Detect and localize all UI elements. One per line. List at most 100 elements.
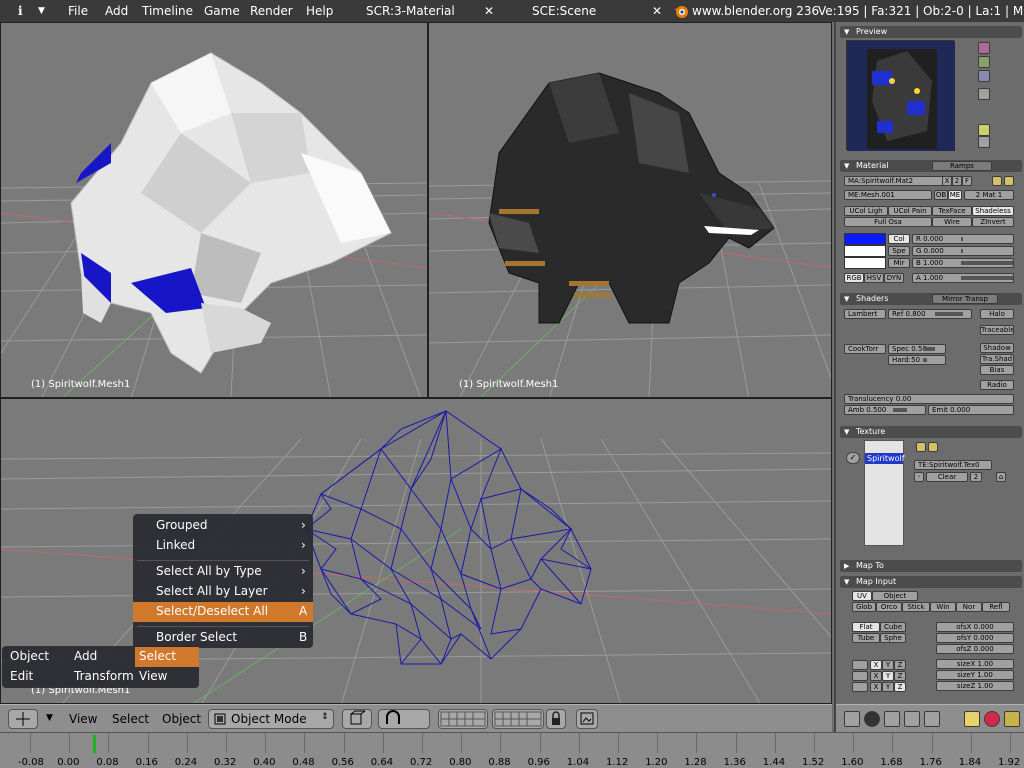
size-z-field[interactable]: sizeZ 1.00: [936, 681, 1014, 691]
amb-slider[interactable]: Amb 0.500: [844, 405, 926, 415]
texture-icon[interactable]: [1004, 711, 1020, 727]
axis-mapping-grid[interactable]: X Y Z X Y Z X Y Z: [852, 660, 910, 694]
spec-slider[interactable]: Spec 0.50: [888, 344, 946, 354]
toolbox-add[interactable]: Add: [74, 649, 97, 663]
toolbox-view[interactable]: View: [139, 669, 167, 683]
menu-item-select-by-type[interactable]: Select All by Type: [156, 564, 262, 578]
halo-toggle[interactable]: Halo: [980, 309, 1014, 319]
axis-z-x[interactable]: X: [870, 682, 882, 692]
screen-selector[interactable]: SCR:3-Material: [366, 4, 455, 18]
tab-mirror-transp[interactable]: Mirror Transp: [932, 294, 998, 304]
chevron-down-icon[interactable]: ▼: [46, 713, 53, 723]
toolbox-edit[interactable]: Edit: [10, 669, 33, 683]
map-orco[interactable]: Orco: [876, 602, 902, 612]
ofs-x-field[interactable]: ofsX 0.000: [936, 622, 1014, 632]
green-slider[interactable]: G 0.000: [912, 246, 1014, 256]
size-y-field[interactable]: sizeY 1.00: [936, 670, 1014, 680]
alpha-slider[interactable]: A 1.000: [912, 273, 1014, 283]
proj-tube[interactable]: Tube: [852, 633, 880, 643]
lock-button[interactable]: [546, 709, 566, 729]
traceable-toggle[interactable]: Traceable: [980, 325, 1014, 335]
viewport-textured[interactable]: (1) Spiritwolf.Mesh1: [428, 22, 832, 398]
texture-channel-list[interactable]: Spiritwolf: [864, 440, 905, 546]
menu-item-grouped[interactable]: Grouped: [156, 518, 208, 532]
axis-x-y[interactable]: Y: [882, 660, 894, 670]
radio-toggle[interactable]: Radio: [980, 380, 1014, 390]
toggle-full-osa[interactable]: Full Osa: [844, 217, 932, 227]
chevron-down-icon[interactable]: ▼: [38, 6, 45, 16]
bias-toggle[interactable]: Bias: [980, 365, 1014, 375]
emit-slider[interactable]: Emit 0.000: [928, 405, 1014, 415]
map-refl[interactable]: Refl: [982, 602, 1010, 612]
pivot-button[interactable]: [378, 709, 430, 729]
material-users-button[interactable]: 2: [952, 176, 962, 186]
lamp-icon[interactable]: [964, 711, 980, 727]
mirror-color-swatch[interactable]: [844, 257, 886, 269]
texture-copy-icon[interactable]: [916, 442, 926, 452]
preview-bg-button[interactable]: [978, 136, 990, 148]
texture-clear-button[interactable]: Clear: [926, 472, 968, 482]
preview-type-plane-button[interactable]: [978, 42, 990, 54]
viewport-solid[interactable]: (1) Spiritwolf.Mesh1: [0, 22, 428, 398]
timeline[interactable]: -0.08 0.00 0.08 0.16 0.24 0.32 0.40 0.48 0.56 0.6…: [0, 732, 1024, 768]
layer-buttons-2[interactable]: [492, 709, 544, 729]
object-context-icon[interactable]: [884, 711, 900, 727]
menu-item-select-by-layer[interactable]: Select All by Layer: [156, 584, 268, 598]
window-type-icon[interactable]: [844, 711, 860, 727]
info-icon[interactable]: i: [18, 4, 23, 18]
checkmark-icon[interactable]: ✓: [846, 452, 860, 464]
panel-header-map-to[interactable]: ▶ Map To: [840, 560, 1022, 572]
toolbox-select[interactable]: Select: [135, 647, 199, 667]
layer-buttons-1[interactable]: [438, 709, 488, 729]
panel-header-material[interactable]: ▼ Material: [840, 160, 1022, 172]
panel-header-map-input[interactable]: ▼ Map Input: [840, 576, 1022, 588]
shading-icon[interactable]: [864, 711, 880, 727]
mode-rgb[interactable]: RGB: [844, 273, 864, 283]
map-nor[interactable]: Nor: [956, 602, 982, 612]
axis-z-y[interactable]: Y: [882, 682, 894, 692]
toggle-zinvert[interactable]: ZInvert: [972, 217, 1014, 227]
material-copy-icon[interactable]: [1004, 176, 1014, 186]
ref-slider[interactable]: Ref 0.800: [888, 309, 972, 319]
toggle-wire[interactable]: Wire: [932, 217, 972, 227]
editing-context-icon[interactable]: [904, 711, 920, 727]
axis-y-y[interactable]: Y: [882, 671, 894, 681]
map-glob[interactable]: Glob: [852, 602, 876, 612]
color-channel-mir[interactable]: Mir: [888, 258, 910, 268]
link-to-object-button[interactable]: OB: [934, 190, 948, 200]
color-channel-spe[interactable]: Spe: [888, 246, 910, 256]
axis-x-z[interactable]: Z: [894, 660, 906, 670]
material-unlink-button[interactable]: X: [942, 176, 952, 186]
editor-type-button[interactable]: [8, 709, 38, 729]
render-view-button[interactable]: [576, 709, 598, 729]
axis-x-x[interactable]: X: [870, 660, 882, 670]
translucency-slider[interactable]: Translucency 0.00: [844, 394, 1014, 404]
menu-file[interactable]: File: [68, 4, 88, 18]
axis-blank[interactable]: [852, 671, 868, 681]
menu-item-linked[interactable]: Linked: [156, 538, 195, 552]
map-object[interactable]: Object: [872, 591, 918, 601]
texture-lock-icon[interactable]: ⌂: [996, 472, 1006, 482]
proj-sphe[interactable]: Sphe: [880, 633, 906, 643]
mesh-name-field[interactable]: ME:Mesh.001: [844, 190, 932, 200]
menu-item-border-select[interactable]: Border Select: [156, 630, 237, 644]
menu-help[interactable]: Help: [306, 4, 333, 18]
red-slider[interactable]: R 0.000: [912, 234, 1014, 244]
axis-blank[interactable]: [852, 682, 868, 692]
axis-z-z[interactable]: Z: [894, 682, 906, 692]
size-x-field[interactable]: sizeX 1.00: [936, 659, 1014, 669]
menu-game[interactable]: Game: [204, 4, 240, 18]
toolbox-object[interactable]: Object: [10, 649, 49, 663]
texture-channel-active[interactable]: Spiritwolf: [865, 453, 905, 464]
toolbox-transform[interactable]: Transform: [74, 669, 134, 683]
map-stick[interactable]: Stick: [902, 602, 930, 612]
header-menu-object[interactable]: Object: [162, 712, 201, 726]
map-uv[interactable]: UV: [852, 591, 872, 601]
hard-slider[interactable]: Hard:50: [888, 355, 946, 365]
texture-paste-icon[interactable]: [928, 442, 938, 452]
texture-browse-icon[interactable]: ◦: [914, 472, 924, 482]
link-to-mesh-button[interactable]: ME: [948, 190, 962, 200]
preview-type-cube-button[interactable]: [978, 70, 990, 82]
ofs-z-field[interactable]: ofsZ 0.000: [936, 644, 1014, 654]
header-menu-view[interactable]: View: [69, 712, 97, 726]
